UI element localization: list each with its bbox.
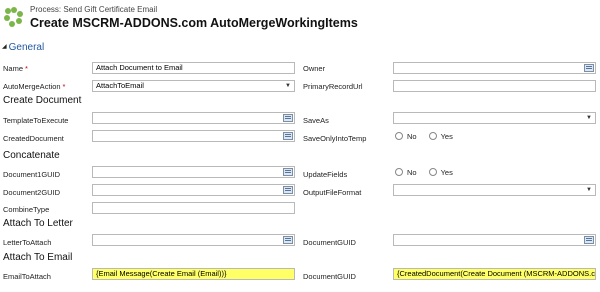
combinetype-label: CombineType (3, 205, 50, 214)
section-general-toggle[interactable]: ◢ General (2, 42, 44, 53)
lookup-icon[interactable] (283, 236, 293, 244)
process-name: Process: Send Gift Certificate Email (30, 5, 158, 14)
lookup-icon[interactable] (283, 114, 293, 122)
lookup-icon[interactable] (283, 168, 293, 176)
name-field[interactable]: Attach Document to Email (92, 62, 295, 74)
radio-no[interactable] (395, 168, 403, 176)
radio-yes[interactable] (428, 132, 437, 140)
radio-yes[interactable] (428, 168, 437, 176)
dropdown-arrow-icon: ▼ (586, 115, 592, 121)
document2guid-lookup-field[interactable] (92, 184, 295, 196)
saveonlyintotemp-radios: No Yes (395, 132, 453, 141)
radio-no[interactable] (395, 132, 403, 140)
document2guid-label: Document2GUID (3, 188, 61, 197)
form-header: Process: Send Gift Certificate Email Cre… (0, 0, 600, 34)
group-attach-to-letter: Attach To Letter (3, 218, 73, 229)
primaryrecordurl-field[interactable] (393, 80, 596, 92)
page-title: Create MSCRM-ADDONS.com AutoMergeWorking… (30, 16, 358, 30)
lookup-icon[interactable] (283, 186, 293, 194)
createddocument-lookup-field[interactable] (92, 130, 295, 142)
lookup-icon[interactable] (584, 236, 594, 244)
primaryrecordurl-label: PrimaryRecordUrl (303, 82, 363, 91)
updatefields-radios: No Yes (395, 168, 453, 177)
group-attach-to-email: Attach To Email (3, 252, 73, 263)
dropdown-arrow-icon: ▼ (285, 83, 291, 89)
document1guid-label: Document1GUID (3, 170, 61, 179)
emailtoattach-label: EmailToAttach (3, 272, 51, 281)
process-icon (4, 7, 23, 27)
automergeaction-label: AutoMergeAction * (3, 82, 66, 91)
templatetoexecute-lookup-field[interactable] (92, 112, 295, 124)
dropdown-arrow-icon: ▼ (586, 187, 592, 193)
owner-label: Owner (303, 64, 326, 73)
emailtoattach-field[interactable]: {Email Message(Create Email (Email))} (92, 268, 295, 280)
documentguid-letter-label: DocumentGUID (303, 238, 356, 247)
lettertoattach-lookup-field[interactable] (92, 234, 295, 246)
saveonlyintotemp-label: SaveOnlyIntoTemp (303, 134, 367, 143)
templatetoexecute-label: TemplateToExecute (3, 116, 69, 125)
outputfileformat-select[interactable]: ▼ (393, 184, 596, 196)
required-marker: * (25, 64, 28, 73)
lettertoattach-label: LetterToAttach (3, 238, 52, 247)
group-create-document: Create Document (3, 95, 82, 106)
group-concatenate: Concatenate (3, 150, 60, 161)
lookup-icon[interactable] (584, 64, 594, 72)
saveas-select[interactable]: ▼ (393, 112, 596, 124)
outputfileformat-label: OutputFileFormat (303, 188, 362, 197)
name-label: Name * (3, 64, 28, 73)
automergeaction-select[interactable]: AttachToEmail ▼ (92, 80, 295, 92)
lookup-icon[interactable] (283, 132, 293, 140)
documentguid-letter-lookup-field[interactable] (393, 234, 596, 246)
required-marker: * (62, 82, 66, 91)
owner-lookup-field[interactable] (393, 62, 596, 74)
document1guid-lookup-field[interactable] (92, 166, 295, 178)
saveas-label: SaveAs (303, 116, 329, 125)
section-general-label: General (8, 42, 45, 53)
combinetype-field[interactable] (92, 202, 295, 214)
documentguid-email-field[interactable]: {CreatedDocument(Create Document (MSCRM-… (393, 268, 596, 280)
documentguid-email-label: DocumentGUID (303, 272, 356, 281)
updatefields-label: UpdateFields (303, 170, 348, 179)
collapse-triangle-icon: ◢ (2, 44, 7, 50)
createddocument-label: CreatedDocument (3, 134, 64, 143)
